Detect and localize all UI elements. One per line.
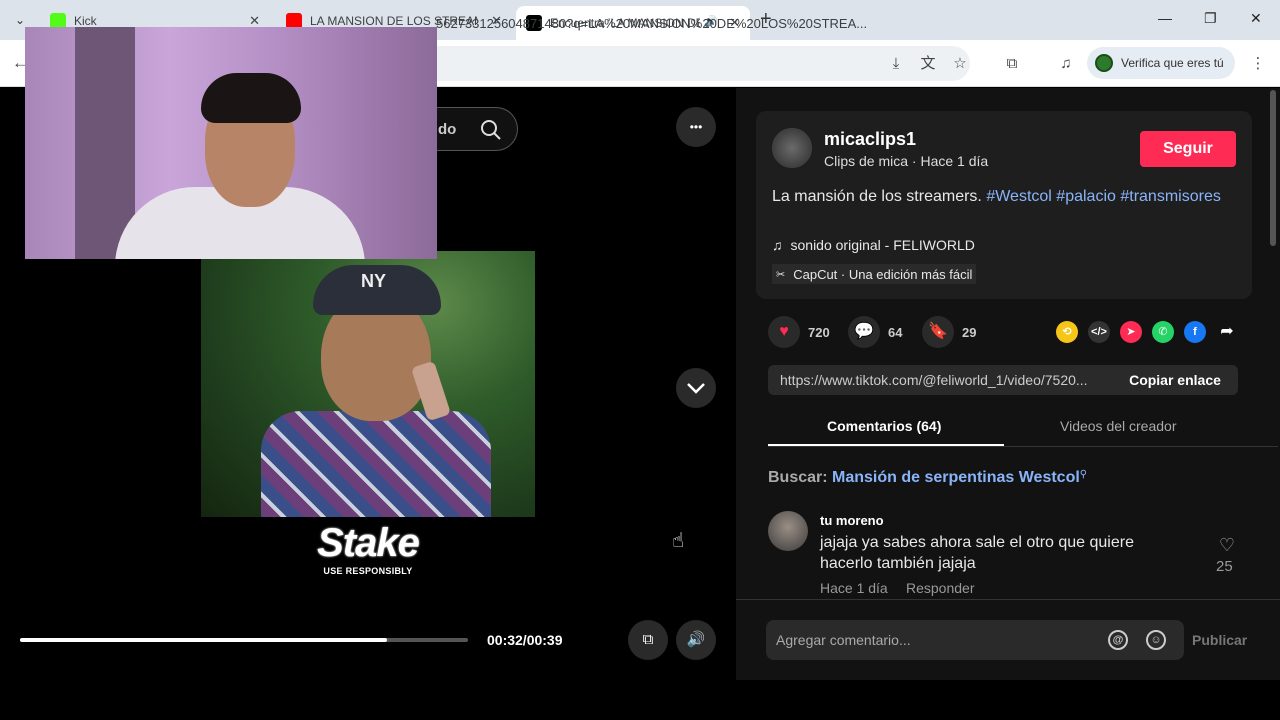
- extensions-icon[interactable]: ⧉: [1002, 54, 1022, 74]
- emoji-icon[interactable]: ☺: [1146, 630, 1166, 650]
- music-note-icon: ♫: [772, 237, 783, 253]
- tab-comments[interactable]: Comentarios (64): [827, 418, 941, 434]
- post-subtitle: Clips de mica · Hace 1 día: [824, 153, 989, 169]
- menu-icon[interactable]: ⋮: [1248, 54, 1268, 74]
- suggestion-prefix: Buscar:: [768, 469, 828, 486]
- restore-icon[interactable]: ❐: [1204, 10, 1217, 27]
- video-progress-fill: [20, 638, 388, 642]
- bookmark-star-icon[interactable]: ☆: [950, 54, 970, 74]
- send-icon[interactable]: ➤: [1120, 321, 1142, 343]
- search-label: do: [438, 121, 457, 138]
- chevron-down-icon: [687, 383, 705, 394]
- search-icon[interactable]: [480, 119, 502, 141]
- cap-logo: NY: [361, 271, 387, 291]
- capcut-icon: ✂: [776, 268, 786, 281]
- panel-scrollbar[interactable]: [1270, 90, 1276, 246]
- video-progress-bar[interactable]: [20, 638, 468, 642]
- sponsor-tagline: USE RESPONSIBLY: [323, 566, 413, 576]
- comment-avatar[interactable]: [768, 511, 808, 551]
- share-arrow-icon[interactable]: ➦: [1216, 321, 1238, 343]
- capcut-link[interactable]: ✂ CapCut · Una edición más fácil: [772, 264, 977, 284]
- tabs-divider: [768, 446, 1278, 447]
- video-person-shirt: [261, 411, 491, 517]
- profile-avatar-icon: [1095, 54, 1113, 72]
- active-tab-indicator: [768, 444, 1004, 446]
- search-small-icon: ⚲: [1079, 469, 1088, 480]
- comment-count: 64: [888, 324, 903, 340]
- whatsapp-icon[interactable]: ✆: [1152, 321, 1174, 343]
- tab-title: Kick: [74, 14, 97, 28]
- url-text: 562733125604871480?q=LA%20MANSION%20DE%2…: [436, 16, 868, 31]
- hashtag[interactable]: #Westcol: [986, 188, 1052, 205]
- description-text: La mansión de los streamers.: [772, 188, 987, 205]
- like-button[interactable]: ♥ 720: [768, 316, 830, 348]
- avatar[interactable]: [772, 128, 812, 168]
- post-description: La mansión de los streamers. #Westcol #p…: [772, 186, 1232, 207]
- comment-button[interactable]: 💬 64: [848, 316, 902, 348]
- reply-button[interactable]: Responder: [906, 580, 975, 596]
- composer-divider: [736, 599, 1280, 600]
- hashtag[interactable]: #transmisores: [1120, 188, 1220, 205]
- install-icon[interactable]: ⤓: [886, 54, 906, 74]
- music-title: sonido original - FELIWORLD: [790, 237, 975, 253]
- comment-text: jajaja ya sabes ahora sale el otro que q…: [820, 534, 1134, 572]
- sponsor-logo: Stake USE RESPONSIBLY: [316, 520, 420, 576]
- webcam-overlay: [25, 27, 437, 259]
- translate-icon[interactable]: 文: [918, 54, 938, 74]
- mention-icon[interactable]: @: [1108, 630, 1128, 650]
- mouse-cursor: ☝: [672, 530, 685, 552]
- embed-icon[interactable]: </>: [1088, 321, 1110, 343]
- video-scene: NY: [201, 251, 535, 517]
- volume-button[interactable]: 🔊: [676, 620, 716, 660]
- copy-link-button[interactable]: Copiar enlace: [1112, 365, 1238, 395]
- floating-player-button[interactable]: ⧉: [628, 620, 668, 660]
- comment-like-count: 25: [1216, 558, 1233, 575]
- repost-icon[interactable]: ⟲: [1056, 321, 1078, 343]
- music-link[interactable]: ♫ sonido original - FELIWORLD: [772, 237, 975, 253]
- save-count: 29: [962, 324, 977, 340]
- hashtag[interactable]: #palacio: [1056, 188, 1116, 205]
- suggestion-query: Mansión de serpentinas Westcol: [832, 469, 1080, 486]
- profile-verify-button[interactable]: Verifica que eres tú: [1087, 47, 1235, 79]
- next-video-button[interactable]: [676, 368, 716, 408]
- minimize-icon[interactable]: —: [1158, 10, 1172, 26]
- sponsor-brand: Stake: [317, 521, 420, 565]
- heart-icon: ♥: [768, 316, 800, 348]
- tab-creator-videos[interactable]: Videos del creador: [1060, 418, 1176, 434]
- comment-placeholder: Agregar comentario...: [776, 632, 911, 648]
- comment-icon: 💬: [848, 316, 880, 348]
- screen: ⌄ Kick ✕ LA MANSION DE LOS STREAMERS ✕ E…: [0, 0, 1280, 720]
- comment-time: Hace 1 día: [820, 580, 888, 596]
- facebook-icon[interactable]: f: [1184, 321, 1206, 343]
- search-suggestion[interactable]: Buscar: Mansión de serpentinas Westcol⚲: [768, 469, 1087, 487]
- capcut-label: CapCut · Una edición más fácil: [793, 266, 973, 282]
- bookmark-icon: 🔖: [922, 316, 954, 348]
- webcam-person-hair: [201, 73, 301, 123]
- comment-heart-icon[interactable]: ♡: [1216, 535, 1238, 556]
- video-time: 00:32/00:39: [487, 632, 563, 648]
- like-count: 720: [808, 324, 830, 340]
- verify-label: Verifica que eres tú: [1121, 56, 1224, 70]
- publish-button[interactable]: Publicar: [1192, 632, 1247, 648]
- save-button[interactable]: 🔖 29: [922, 316, 976, 348]
- media-control-icon[interactable]: ♫: [1056, 54, 1076, 74]
- share-link: https://www.tiktok.com/@feliworld_1/vide…: [780, 372, 1088, 388]
- follow-button[interactable]: Seguir: [1140, 131, 1236, 167]
- comment-username[interactable]: tu moreno: [820, 513, 884, 528]
- more-options-button[interactable]: •••: [676, 107, 716, 147]
- close-window-icon[interactable]: ✕: [1250, 10, 1262, 27]
- post-username[interactable]: micaclips1: [824, 129, 916, 150]
